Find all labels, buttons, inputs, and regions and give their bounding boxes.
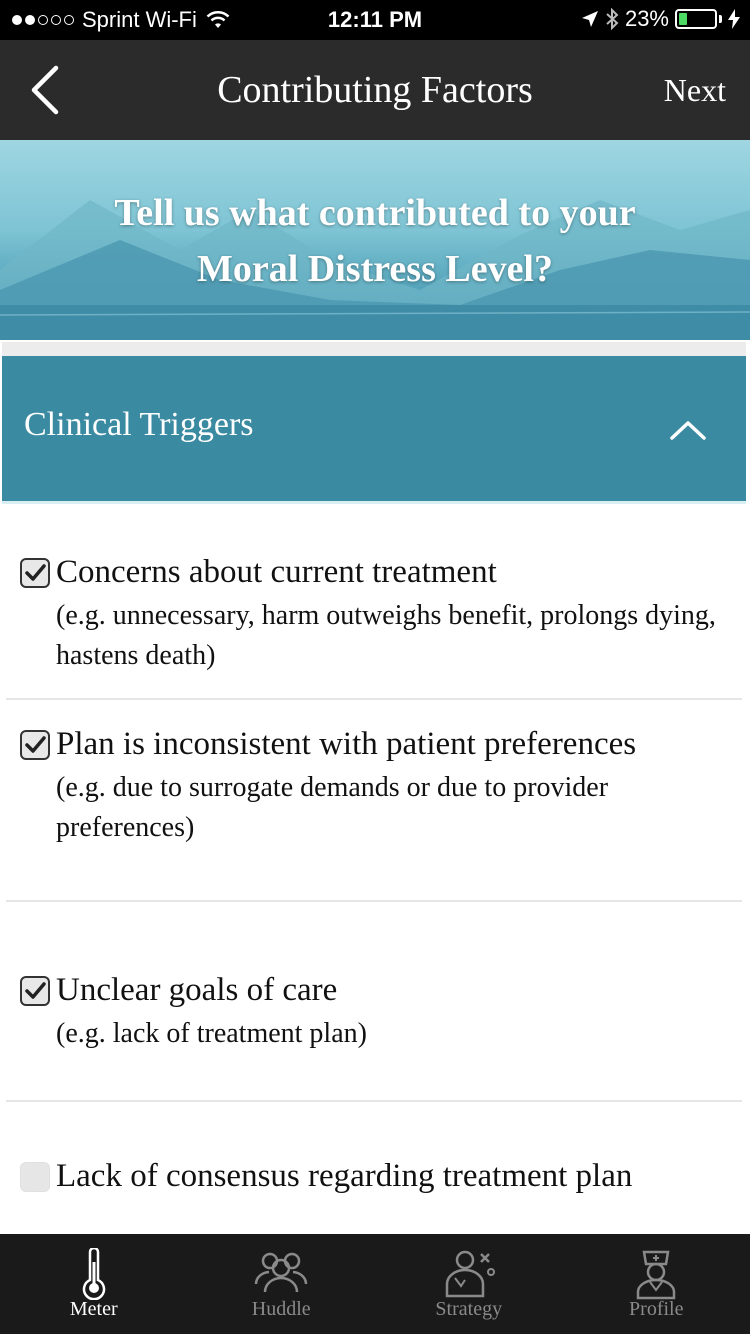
item-description: (e.g. due to surrogate demands or due to… [56,772,609,843]
item-title: Plan is inconsistent with patient prefer… [56,726,637,762]
checkbox-concerns-treatment[interactable] [20,558,50,588]
item-description: (e.g. unnecessary, harm outweighs benefi… [56,600,716,671]
checkbox-lack-consensus[interactable] [20,1162,50,1192]
checkbox-plan-inconsistent[interactable] [20,730,50,760]
tab-label: Huddle [251,1298,311,1320]
tab-label: Meter [69,1298,118,1320]
tab-huddle[interactable]: Huddle [188,1234,376,1334]
section-header-clinical-triggers[interactable]: Clinical Triggers [2,356,746,504]
list-item: Unclear goals of care (e.g. lack of trea… [6,902,742,1102]
section-title: Clinical Triggers [24,406,254,443]
list-item: Plan is inconsistent with patient prefer… [6,700,742,902]
battery-cap [719,15,722,23]
item-title: Unclear goals of care [56,972,338,1008]
next-button[interactable]: Next [664,72,726,109]
page-title: Contributing Factors [217,69,533,111]
list-item: Lack of consensus regarding treatment pl… [6,1102,742,1222]
item-description: (e.g. lack of treatment plan) [56,1018,367,1049]
nurse-icon [637,1250,676,1300]
thermometer-icon [82,1248,105,1300]
navigation-bar: Contributing Factors Next [0,40,750,140]
strategy-icon [445,1250,495,1298]
battery-level [679,13,687,25]
factors-panel: Clinical Triggers Concerns about current… [2,342,746,1222]
hero-line-1: Tell us what contributed to your [114,192,636,234]
hero-question: Tell us what contributed to your Moral D… [0,185,750,297]
item-title: Concerns about current treatment [56,554,497,590]
battery-percent: 23% [624,6,669,31]
tab-profile[interactable]: Profile [563,1234,750,1334]
hero-line-2: Moral Distress Level? [197,248,553,290]
bluetooth-icon [606,8,619,30]
tab-bar: Meter Huddle Strategy Profile [0,1234,750,1334]
list-item: Concerns about current treatment (e.g. u… [6,504,742,700]
status-right: 23% [581,6,740,32]
checkmark-icon [25,982,46,999]
location-arrow-icon [581,11,598,27]
tab-meter[interactable]: Meter [0,1234,188,1334]
hero-banner: Tell us what contributed to your Moral D… [0,140,750,340]
tab-label: Profile [629,1298,684,1320]
tab-strategy[interactable]: Strategy [375,1234,563,1334]
checkbox-unclear-goals[interactable] [20,976,50,1006]
checkmark-icon [25,736,46,753]
battery-icon [675,9,717,29]
status-bar: Sprint Wi-Fi 12:11 PM 23% [0,0,750,40]
chevron-up-icon [670,421,706,440]
charging-bolt-icon [728,9,740,29]
group-icon [254,1252,308,1293]
tab-label: Strategy [435,1298,503,1320]
checkmark-icon [25,564,46,581]
item-title: Lack of consensus regarding treatment pl… [56,1158,633,1194]
